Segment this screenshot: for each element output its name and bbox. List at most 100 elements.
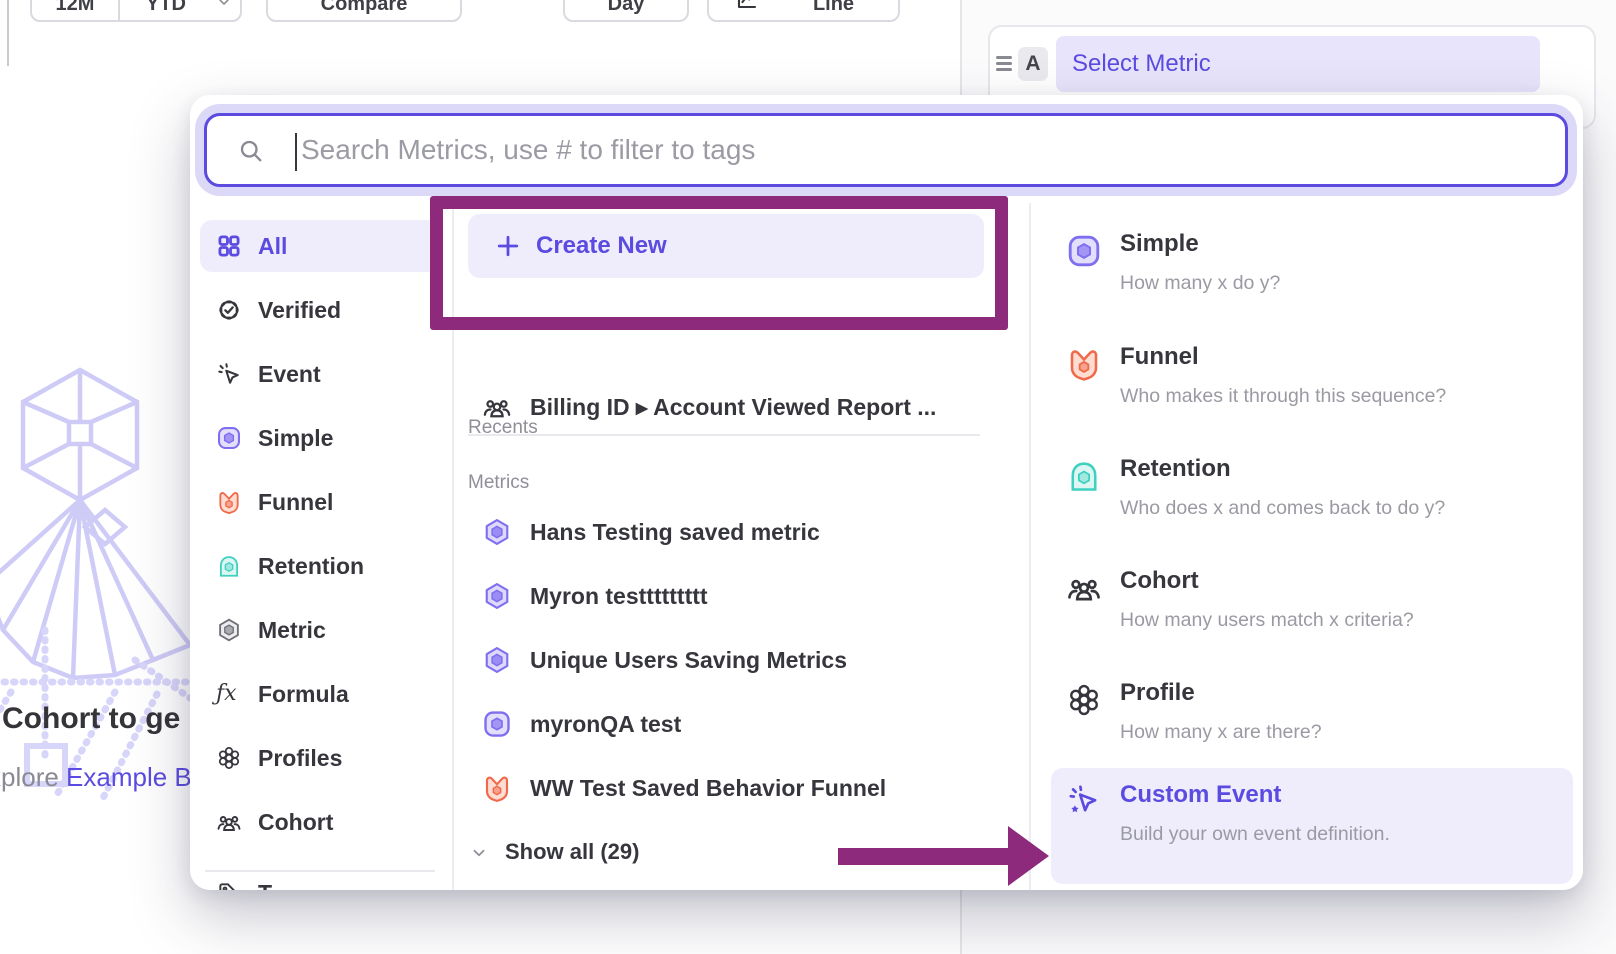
profiles-cluster-icon	[1066, 682, 1102, 718]
sidebar-item-truncated[interactable]: T	[200, 867, 440, 890]
sidebar-item-label: Verified	[258, 284, 341, 336]
sidebar-item-label: All	[258, 220, 287, 272]
type-profile[interactable]: Profile How many x are there?	[1051, 678, 1573, 782]
chevron-down-icon	[216, 0, 232, 10]
type-subtitle: Who makes it through this sequence?	[1120, 384, 1446, 408]
custom-event-sparkle-icon	[1066, 784, 1100, 818]
metric-list-item[interactable]: Hans Testing saved metric	[468, 506, 988, 558]
interval-day-button[interactable]: Day	[563, 0, 689, 22]
series-letter-badge: A	[1018, 47, 1048, 81]
type-subtitle: Build your own event definition.	[1120, 822, 1390, 846]
chevron-down-icon	[470, 844, 488, 862]
type-title: Retention	[1120, 454, 1231, 484]
sidebar-item-event[interactable]: Event	[200, 348, 440, 400]
metric-badge-icon	[482, 517, 512, 547]
sidebar-item-formula[interactable]: ƒx Formula	[200, 668, 440, 720]
explore-text: xplore	[0, 762, 66, 792]
chart-type-label: Line	[769, 0, 898, 16]
sidebar-item-verified[interactable]: Verified	[200, 284, 440, 336]
type-retention[interactable]: Retention Who does x and comes back to d…	[1051, 454, 1573, 558]
sidebar-item-label: Simple	[258, 412, 333, 464]
compare-button[interactable]: Compare	[266, 0, 462, 22]
search-box	[204, 113, 1568, 187]
metric-item-label: Hans Testing saved metric	[530, 506, 820, 558]
sidebar-item-label: Profiles	[258, 732, 342, 784]
date-range-control[interactable]: 12M YTD	[30, 0, 242, 22]
metric-badge-icon	[482, 581, 512, 611]
metric-list-item[interactable]: Unique Users Saving Metrics	[468, 634, 988, 686]
funnel-icon	[1066, 346, 1102, 382]
select-metric-chip[interactable]: Select Metric	[1056, 36, 1540, 92]
metric-hexagon-icon	[216, 617, 242, 643]
retention-icon	[216, 553, 242, 579]
retention-icon	[1066, 458, 1102, 494]
cohort-people-icon	[482, 392, 512, 422]
type-simple[interactable]: Simple How many x do y?	[1051, 229, 1573, 333]
sidebar-item-label: Formula	[258, 668, 349, 720]
sidebar-item-cohort[interactable]: Cohort	[200, 796, 440, 848]
type-title: Funnel	[1120, 342, 1199, 372]
metrics-section-label: Metrics	[468, 472, 529, 494]
type-cohort[interactable]: Cohort How many users match x criteria?	[1051, 566, 1573, 670]
metric-item-label: Myron testtttttttt	[530, 570, 708, 622]
range-12m-button[interactable]: 12M	[32, 0, 118, 16]
sidebar-item-label: Metric	[258, 604, 326, 656]
empty-state-subtext: xplore Example B	[0, 762, 192, 793]
compare-label: Compare	[268, 0, 460, 16]
tag-icon	[216, 880, 242, 890]
type-subtitle: How many users match x criteria?	[1120, 608, 1414, 632]
sidebar-item-label: T	[258, 867, 272, 890]
sidebar-item-profiles[interactable]: Profiles	[200, 732, 440, 784]
simple-metric-icon	[1066, 233, 1102, 269]
range-ytd-button[interactable]: YTD	[118, 0, 214, 16]
annotation-arrow-head	[1008, 826, 1049, 886]
sidebar-item-retention[interactable]: Retention	[200, 540, 440, 592]
funnel-icon	[216, 489, 242, 515]
show-all-button[interactable]: Show all (29)	[468, 828, 868, 876]
show-all-label: Show all (29)	[505, 828, 639, 876]
profiles-cluster-icon	[216, 745, 242, 771]
funnel-icon	[482, 773, 512, 803]
section-divider	[468, 434, 980, 436]
screen: 12M YTD Compare Day Line A Select Metric	[0, 0, 1616, 954]
column-divider	[1029, 203, 1031, 890]
sidebar-item-all[interactable]: All	[200, 220, 440, 272]
type-subtitle: Who does x and comes back to do y?	[1120, 496, 1445, 520]
chart-type-line-button[interactable]: Line	[707, 0, 900, 22]
sidebar-item-label: Event	[258, 348, 321, 400]
cohort-people-icon	[216, 809, 242, 835]
type-custom-event[interactable]: Custom Event Build your own event defini…	[1051, 768, 1573, 884]
metric-list-item[interactable]: myronQA test	[468, 698, 988, 750]
type-title: Simple	[1120, 229, 1199, 259]
select-metric-label: Select Metric	[1072, 36, 1211, 92]
type-title: Cohort	[1120, 566, 1199, 596]
metric-badge-icon	[482, 645, 512, 675]
type-funnel[interactable]: Funnel Who makes it through this sequenc…	[1051, 342, 1573, 446]
metric-list-item[interactable]: WW Test Saved Behavior Funnel	[468, 762, 988, 814]
metric-item-label: myronQA test	[530, 698, 681, 750]
cohort-people-icon	[1066, 570, 1102, 606]
sidebar-item-metric[interactable]: Metric	[200, 604, 440, 656]
all-grid-icon	[216, 233, 242, 259]
drag-handle-icon[interactable]	[996, 56, 1012, 70]
event-cursor-icon	[216, 361, 242, 387]
left-edge-divider	[7, 0, 9, 66]
metric-item-label: Unique Users Saving Metrics	[530, 634, 847, 686]
sidebar-item-funnel[interactable]: Funnel	[200, 476, 440, 528]
simple-metric-icon	[216, 425, 242, 451]
simple-metric-icon	[482, 709, 512, 739]
recent-item[interactable]: Billing ID ▸ Account Viewed Report ...	[468, 381, 988, 433]
verified-badge-icon	[216, 297, 242, 323]
sidebar-item-label: Cohort	[258, 796, 333, 848]
formula-fx-icon: ƒx	[216, 681, 242, 707]
search-input[interactable]	[207, 116, 1565, 184]
metric-list-item[interactable]: Myron testtttttttt	[468, 570, 988, 622]
sidebar-item-label: Funnel	[258, 476, 333, 528]
type-title: Custom Event	[1120, 780, 1281, 810]
example-link[interactable]: Example B	[66, 762, 192, 792]
sidebar-item-simple[interactable]: Simple	[200, 412, 440, 464]
sidebar-item-label: Retention	[258, 540, 364, 592]
line-chart-icon	[735, 0, 759, 11]
annotation-arrow-shaft	[838, 848, 1010, 865]
empty-state-headline: Cohort to ge	[2, 702, 180, 736]
